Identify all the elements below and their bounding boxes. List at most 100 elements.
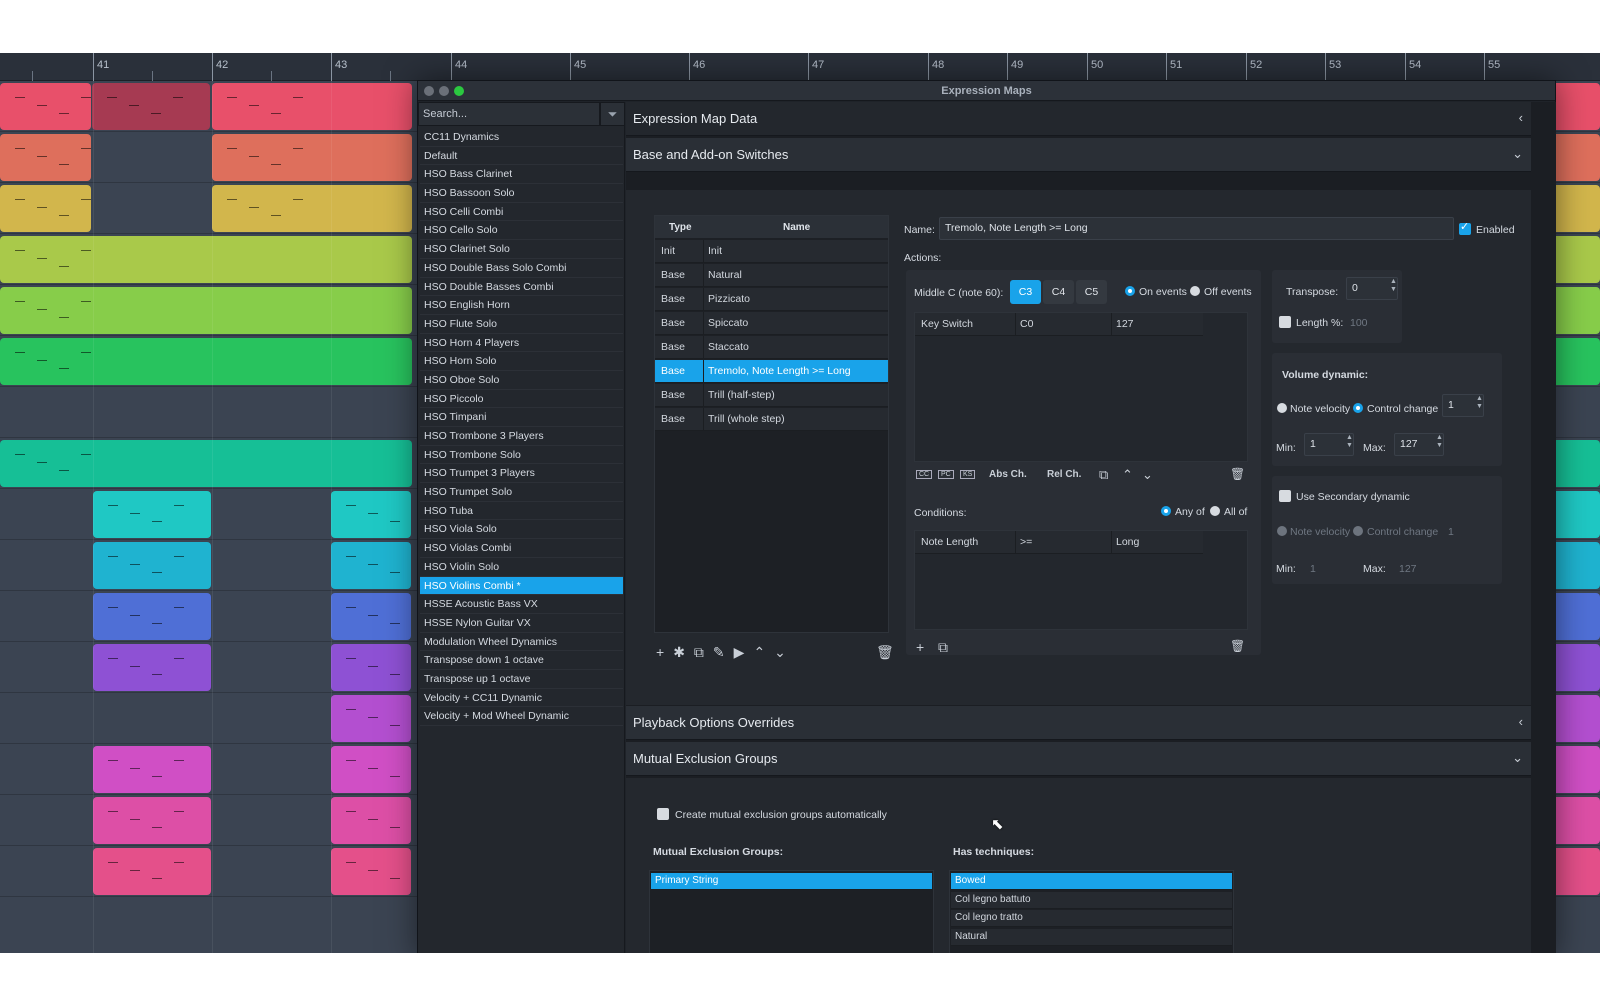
list-item[interactable]: HSO Tuba [420,502,623,521]
list-item[interactable]: HSSE Acoustic Bass VX [420,595,623,614]
table-row[interactable]: Base Tremolo, Note Length >= Long [655,360,888,383]
list-item[interactable]: Default [420,147,623,166]
list-item[interactable]: Transpose down 1 octave [420,651,623,670]
enabled-checkbox[interactable] [1459,220,1471,235]
add-combination-icon[interactable]: ✱ [673,644,685,661]
list-item[interactable]: HSO Trombone Solo [420,446,623,465]
midi-region[interactable] [212,134,412,181]
list-item[interactable]: HSO Violin Solo [420,558,623,577]
midi-region[interactable] [93,644,211,691]
list-item[interactable]: HSO Viola Solo [420,520,623,540]
list-item[interactable]: Velocity + Mod Wheel Dynamic [420,707,623,726]
midi-region[interactable] [331,593,411,640]
keyswitch-icon[interactable]: KS [960,470,976,479]
midi-region[interactable] [331,848,411,895]
list-item[interactable]: HSO Bass Clarinet [420,165,623,185]
midi-region[interactable] [0,236,412,283]
minimize-window-icon[interactable] [439,86,449,96]
table-row[interactable]: Key Switch C0 127 [915,313,1203,336]
midi-region[interactable] [331,491,411,538]
duplicate-icon[interactable]: ⧉ [694,644,704,661]
off-events-radio[interactable] [1190,286,1200,296]
column-name[interactable]: Name [783,222,810,233]
list-item[interactable]: HSO Double Basses Combi [420,278,623,297]
auto-groups-checkbox[interactable] [657,808,669,820]
midi-region[interactable] [331,746,411,793]
delete-action-icon[interactable]: 🗑 [1230,467,1245,481]
sec-cc-field[interactable]: 1 [1448,526,1454,538]
chevron-down-icon[interactable]: ⌄ [1512,750,1523,766]
middle-c-option[interactable]: C4 [1043,280,1074,304]
zoom-window-icon[interactable] [454,86,464,96]
length-value[interactable]: 100 [1350,317,1368,329]
edit-icon[interactable]: ✎ [713,644,725,661]
all-of-radio[interactable] [1210,506,1220,516]
section-playback-overrides[interactable]: Playback Options Overrides ‹ [626,706,1531,740]
list-item[interactable]: Modulation Wheel Dynamics [420,633,623,652]
midi-region[interactable] [93,491,211,538]
chevron-down-icon[interactable]: ⌄ [1512,146,1523,162]
midi-region[interactable] [0,338,412,385]
midi-region[interactable] [0,287,412,334]
list-item[interactable]: HSO Violas Combi [420,539,623,558]
list-item[interactable]: HSO Cello Solo [420,221,623,241]
stepper-icon[interactable]: ▲ ▼ [1436,434,1443,450]
close-window-icon[interactable] [424,86,434,96]
list-item[interactable]: Col legno tratto [951,910,1232,927]
midi-region[interactable] [0,83,91,130]
table-row[interactable]: Base Staccato [655,336,888,359]
list-item[interactable]: HSSE Nylon Guitar VX [420,614,623,633]
list-item[interactable]: HSO Trumpet Solo [420,483,623,502]
list-item[interactable]: HSO Violins Combi * [420,576,623,596]
sec-control-change-radio[interactable] [1353,526,1363,536]
section-mutual-exclusion[interactable]: Mutual Exclusion Groups ⌄ [626,742,1531,776]
list-item[interactable]: HSO Horn Solo [420,352,623,371]
chevron-left-icon[interactable]: ‹ [1519,714,1523,729]
table-row[interactable]: Base Spiccato [655,312,888,335]
list-item[interactable]: HSO Trumpet 3 Players [420,464,623,484]
delete-icon[interactable]: 🗑 [876,644,894,661]
stepper-icon[interactable]: ▲ ▼ [1346,434,1353,450]
midi-region[interactable] [93,797,211,844]
midi-region[interactable] [331,797,411,844]
midi-region[interactable] [93,542,211,589]
stepper-icon[interactable]: ▲ ▼ [1476,395,1483,411]
search-input[interactable]: Search... [418,102,600,126]
list-item[interactable]: HSO Oboe Solo [420,371,623,390]
move-up-icon[interactable]: ⌃ [753,644,765,661]
length-checkbox[interactable] [1279,316,1291,328]
sec-note-velocity-radio[interactable] [1277,526,1287,536]
add-condition-icon[interactable]: + [916,639,924,655]
play-icon[interactable]: ▶ [734,644,745,661]
table-row[interactable]: Base Pizzicato [655,288,888,311]
name-field[interactable]: Tremolo, Note Length >= Long [939,217,1454,240]
midi-region[interactable] [92,83,210,130]
table-row[interactable]: Init Init [655,240,888,263]
list-item[interactable]: HSO Clarinet Solo [420,240,623,259]
on-events-radio[interactable] [1125,286,1135,296]
sec-min-field[interactable]: 1 [1310,563,1316,575]
abs-ch-button[interactable]: Abs Ch. [989,469,1027,480]
list-item[interactable]: HSO Timpani [420,408,623,427]
table-row[interactable]: Base Natural [655,264,888,287]
list-item[interactable]: HSO Flute Solo [420,315,623,334]
duplicate-condition-icon[interactable]: ⧉ [938,639,948,656]
midi-region[interactable] [212,185,412,232]
timeline-ruler[interactable]: 41 42 43 44 45 46 47 48 49 50 51 52 53 54 55 [0,53,1600,81]
midi-region[interactable] [0,440,412,487]
section-base-switches[interactable]: Base and Add-on Switches ⌄ [626,138,1531,172]
table-row[interactable]: Note Length >= Long [915,531,1203,554]
list-item[interactable]: HSO Piccolo [420,390,623,409]
secondary-dynamic-checkbox[interactable] [1279,490,1291,502]
move-down-icon[interactable]: ⌄ [1142,467,1153,483]
move-up-icon[interactable]: ⌃ [1122,467,1133,483]
filter-icon[interactable]: ⏷ [600,102,625,126]
sec-max-field[interactable]: 127 [1399,563,1417,575]
list-item[interactable]: Primary String [651,873,932,890]
stepper-icon[interactable]: ▲ ▼ [1390,278,1397,294]
move-down-icon[interactable]: ⌄ [774,644,786,661]
midi-region[interactable] [331,644,411,691]
midi-region[interactable] [331,542,411,589]
list-item[interactable]: HSO Trombone 3 Players [420,427,623,446]
list-item[interactable]: Col legno battuto [951,891,1232,909]
